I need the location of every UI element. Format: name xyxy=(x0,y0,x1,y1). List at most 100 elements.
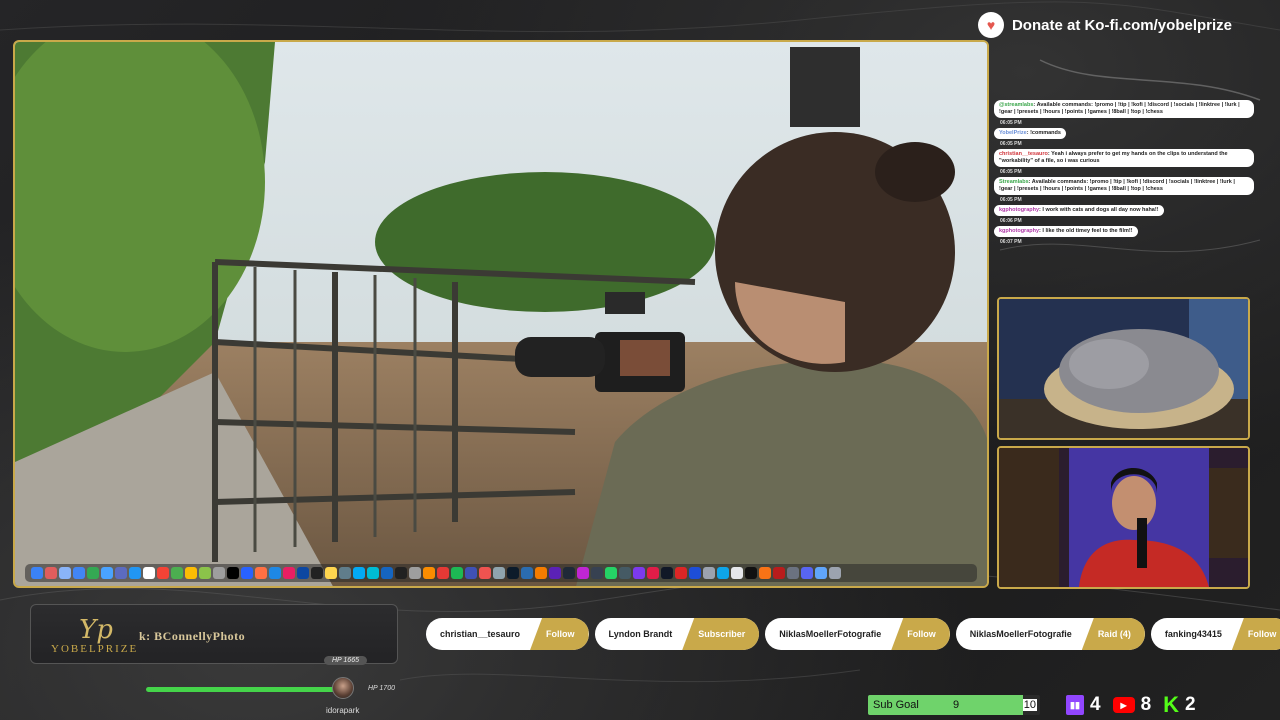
dock-app-icon[interactable] xyxy=(339,567,351,579)
host-webcam xyxy=(997,446,1250,589)
dock-app-icon[interactable] xyxy=(451,567,463,579)
dock-app-icon[interactable] xyxy=(675,567,687,579)
dock-app-icon[interactable] xyxy=(801,567,813,579)
dock-app-icon[interactable] xyxy=(199,567,211,579)
dock-app-icon[interactable] xyxy=(731,567,743,579)
dock-app-icon[interactable] xyxy=(689,567,701,579)
event-pill: Lyndon Brandt Subscriber xyxy=(594,618,760,650)
dock-app-icon[interactable] xyxy=(59,567,71,579)
event-pill: NiklasMoellerFotografie Raid (4) xyxy=(955,618,1145,650)
dock-app-icon[interactable] xyxy=(241,567,253,579)
kofi-heart-icon: ♥ xyxy=(977,12,1004,38)
dock-app-icon[interactable] xyxy=(507,567,519,579)
chat-text: : I work with cats and dogs all day now … xyxy=(1039,207,1159,213)
hp-username: idorapark xyxy=(326,706,360,715)
youtube-icon: ▶ xyxy=(1112,697,1135,713)
dock-app-icon[interactable] xyxy=(283,567,295,579)
dock-app-icon[interactable] xyxy=(45,567,57,579)
dock-app-icon[interactable] xyxy=(591,567,603,579)
donate-text: Donate at Ko-fi.com/yobelprize xyxy=(1011,16,1232,34)
dock-app-icon[interactable] xyxy=(255,567,267,579)
dock-app-icon[interactable] xyxy=(633,567,645,579)
dock-app-icon[interactable] xyxy=(759,567,771,579)
dock-app-icon[interactable] xyxy=(703,567,715,579)
dock-app-icon[interactable] xyxy=(465,567,477,579)
sub-goal-label: Sub Goal xyxy=(873,699,919,711)
chat-message: @streamlabs: Available commands: !promo … xyxy=(994,100,1254,118)
dock-app-icon[interactable] xyxy=(87,567,99,579)
chat-username: kgphotography xyxy=(999,228,1040,234)
dock-app-icon[interactable] xyxy=(745,567,757,579)
kick-count: 2 xyxy=(1185,694,1196,715)
dock-app-icon[interactable] xyxy=(129,567,141,579)
dock-app-icon[interactable] xyxy=(269,567,281,579)
dock-app-icon[interactable] xyxy=(381,567,393,579)
dock-app-icon[interactable] xyxy=(171,567,183,579)
donate-banner[interactable]: ♥ Donate at Ko-fi.com/yobelprize xyxy=(977,12,1232,38)
chat-username: Streamlabs xyxy=(999,179,1029,185)
dock-app-icon[interactable] xyxy=(717,567,729,579)
dock-app-icon[interactable] xyxy=(423,567,435,579)
dock-app-icon[interactable] xyxy=(367,567,379,579)
event-type: Follow xyxy=(891,618,950,650)
dock-app-icon[interactable] xyxy=(773,567,785,579)
chat-timestamp: 06:05 PM xyxy=(1000,169,1022,175)
dock-app-icon[interactable] xyxy=(143,567,155,579)
chat-username: YobelPrize xyxy=(999,130,1027,136)
chat-message: YobelPrize: !commands xyxy=(994,128,1066,139)
event-name: NiklasMoellerFotografie xyxy=(969,629,1072,639)
twitch-count: 4 xyxy=(1090,694,1101,715)
dock-app-icon[interactable] xyxy=(101,567,113,579)
chat-timestamp: 06:06 PM xyxy=(1000,218,1022,224)
dock-app-icon[interactable] xyxy=(549,567,561,579)
dock-app-icon[interactable] xyxy=(815,567,827,579)
branding-panel: Yp YOBELPRIZE k: BConnellyPhoto xyxy=(30,604,398,664)
dock-app-icon[interactable] xyxy=(31,567,43,579)
twitch-icon: ▮▮ xyxy=(1066,695,1084,715)
platform-counters: ▮▮ 4 ▶ 8 K 2 xyxy=(1066,692,1196,718)
dock-app-icon[interactable] xyxy=(115,567,127,579)
dock-app-icon[interactable] xyxy=(297,567,309,579)
dock-app-icon[interactable] xyxy=(311,567,323,579)
dock-app-icon[interactable] xyxy=(577,567,589,579)
dock-app-icon[interactable] xyxy=(157,567,169,579)
chat-panel: @streamlabs: Available commands: !promo … xyxy=(994,100,1258,290)
chat-username: kgphotography xyxy=(999,207,1040,213)
chat-text: : I like the old timey feel to the film!… xyxy=(1039,228,1133,234)
dock-app-icon[interactable] xyxy=(787,567,799,579)
dock-app-icon[interactable] xyxy=(479,567,491,579)
dock-app-icon[interactable] xyxy=(619,567,631,579)
dock-app-icon[interactable] xyxy=(563,567,575,579)
macos-dock[interactable] xyxy=(25,564,977,582)
dock-app-icon[interactable] xyxy=(605,567,617,579)
dock-app-icon[interactable] xyxy=(227,567,239,579)
chat-text: : !commands xyxy=(1026,130,1061,136)
dock-app-icon[interactable] xyxy=(535,567,547,579)
hp-top-label: HP 1665 xyxy=(324,656,367,665)
chat-timestamp: 06:05 PM xyxy=(1000,141,1022,147)
sub-goal-bar: Sub Goal 9 10 xyxy=(868,695,1040,715)
dock-app-icon[interactable] xyxy=(647,567,659,579)
dock-app-icon[interactable] xyxy=(829,567,841,579)
avatar xyxy=(332,677,354,699)
dock-app-icon[interactable] xyxy=(409,567,421,579)
sub-goal-max: 10 xyxy=(1022,699,1037,711)
kick-counter: K 2 xyxy=(1163,692,1195,718)
event-name: NiklasMoellerFotografie xyxy=(779,629,882,639)
hp-bar xyxy=(146,687,342,692)
dock-app-icon[interactable] xyxy=(353,567,365,579)
dock-app-icon[interactable] xyxy=(437,567,449,579)
dock-app-icon[interactable] xyxy=(661,567,673,579)
dock-app-icon[interactable] xyxy=(521,567,533,579)
dock-app-icon[interactable] xyxy=(395,567,407,579)
dock-app-icon[interactable] xyxy=(493,567,505,579)
dock-app-icon[interactable] xyxy=(325,567,337,579)
video-scene xyxy=(15,42,987,586)
sub-goal-current: 9 xyxy=(953,699,960,711)
dock-app-icon[interactable] xyxy=(185,567,197,579)
chat-timestamp: 06:05 PM xyxy=(1000,120,1022,126)
dock-app-icon[interactable] xyxy=(213,567,225,579)
chat-message: christian__tesauro: Yeah i always prefer… xyxy=(994,149,1254,167)
chat-text: : Available commands: !promo | !tip | !k… xyxy=(999,102,1240,115)
dock-app-icon[interactable] xyxy=(73,567,85,579)
